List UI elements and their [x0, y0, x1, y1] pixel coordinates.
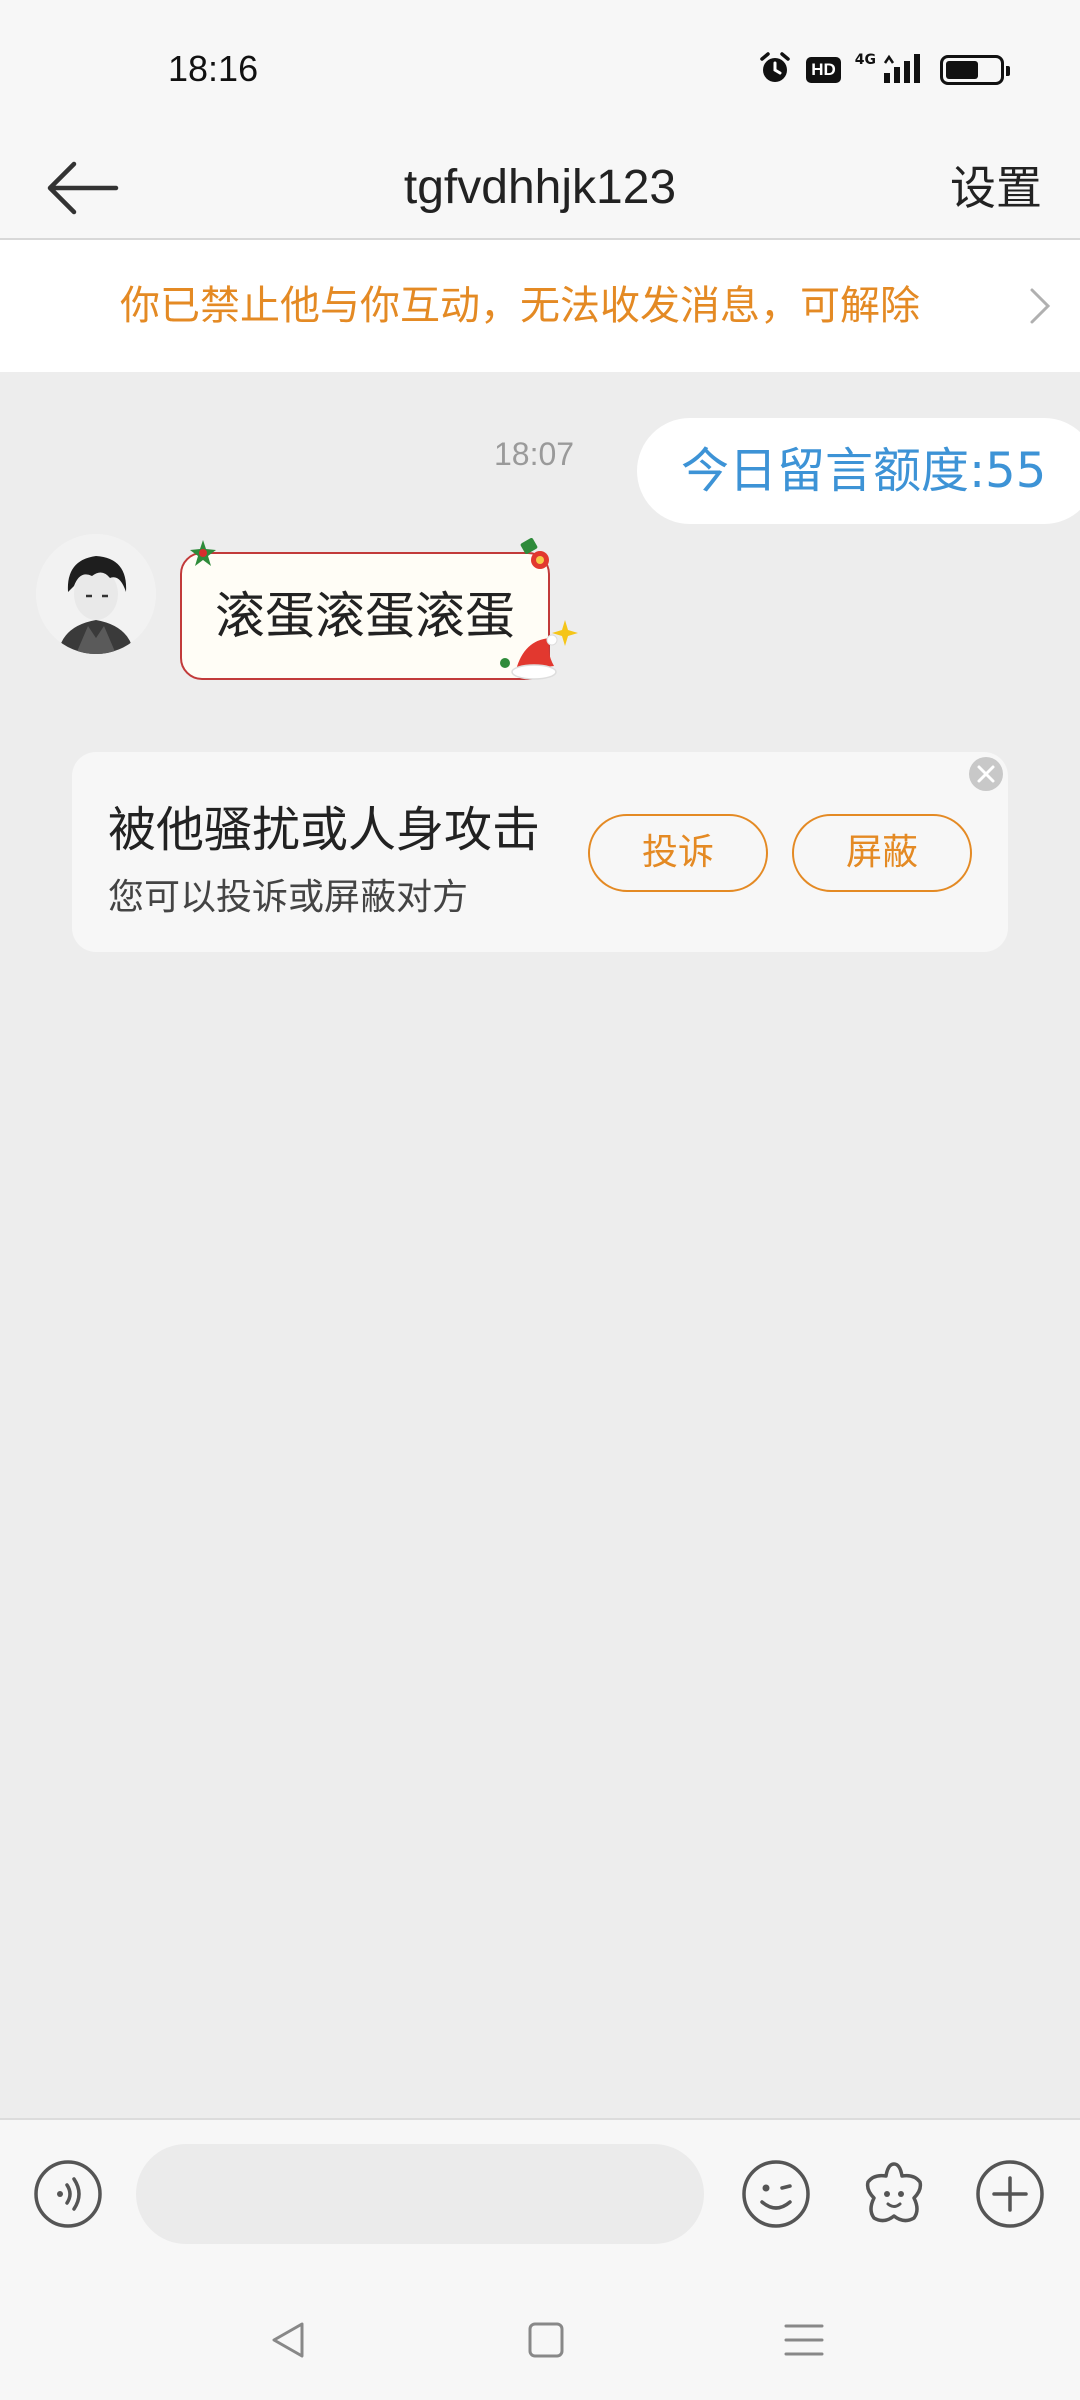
incoming-message-bubble[interactable]: 滚蛋滚蛋滚蛋 [180, 552, 550, 680]
santa-hat-icon [511, 634, 558, 680]
emoji-icon[interactable] [740, 2158, 812, 2230]
status-time: 18:16 [168, 48, 259, 89]
ornament-decoration-icon [520, 538, 549, 569]
avatar[interactable] [36, 534, 156, 654]
report-title: 被他骚扰或人身攻击 [108, 802, 541, 858]
incoming-message: 滚蛋滚蛋滚蛋 [166, 532, 586, 692]
block-notice-banner[interactable]: 你已禁止他与你互动，无法收发消息，可解除 [0, 240, 1080, 372]
nav-back-icon[interactable] [258, 2310, 318, 2370]
input-bar [0, 2118, 1080, 2270]
battery-icon [940, 55, 1010, 85]
network-type-label: 4G [854, 52, 876, 68]
chat-title: tgfvdhhjk123 [403, 161, 677, 214]
status-bar: 18:16 HD 4G [0, 0, 1080, 136]
block-notice-text: 你已禁止他与你互动，无法收发消息，可解除 [120, 283, 920, 329]
report-subtitle: 您可以投诉或屏蔽对方 [108, 877, 469, 918]
nav-home-icon[interactable] [516, 2310, 576, 2370]
status-icons: HD 4G [758, 50, 1010, 90]
signal-icon [882, 51, 926, 89]
nav-menu-icon[interactable] [774, 2310, 834, 2370]
voice-icon[interactable] [32, 2158, 104, 2230]
chevron-right-icon [1030, 288, 1051, 324]
holly-decoration-icon [190, 540, 216, 566]
system-nav-bar [0, 2270, 1080, 2400]
close-icon[interactable] [968, 756, 1004, 792]
chat-header: tgfvdhhjk123 设置 [0, 136, 1080, 240]
message-timestamp: 18:07 [494, 436, 575, 472]
hd-icon: HD [806, 57, 841, 83]
report-card: 被他骚扰或人身攻击 您可以投诉或屏蔽对方 投诉 屏蔽 [72, 752, 1008, 952]
snowflake-icon [500, 658, 510, 668]
report-button[interactable]: 投诉 [588, 814, 768, 892]
outgoing-message-bubble[interactable]: 今日留言额度:55 [637, 418, 1080, 524]
settings-button[interactable]: 设置 [950, 136, 1042, 240]
sticker-icon[interactable] [858, 2158, 930, 2230]
message-input[interactable] [136, 2144, 704, 2244]
plus-icon[interactable] [974, 2158, 1046, 2230]
alarm-icon [758, 51, 792, 89]
block-button[interactable]: 屏蔽 [792, 814, 972, 892]
